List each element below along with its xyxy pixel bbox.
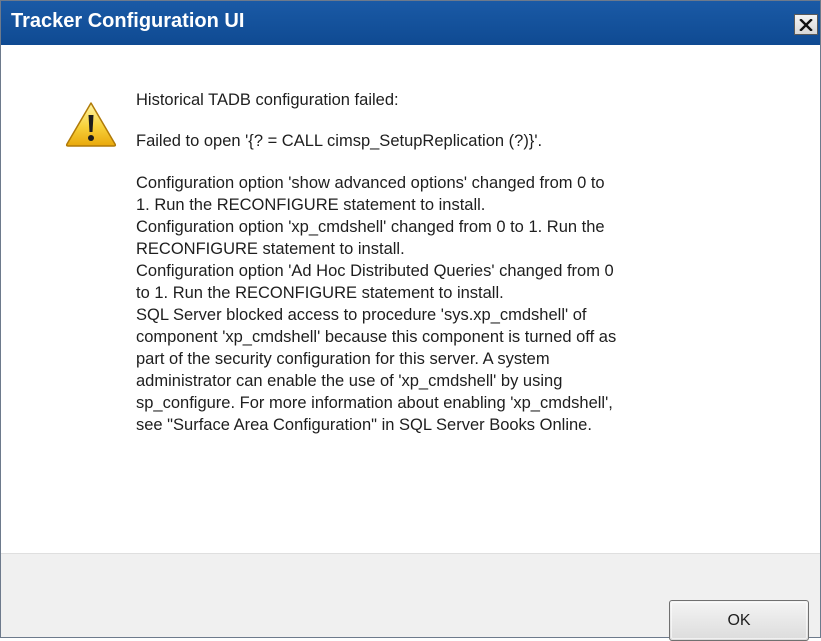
window-title: Tracker Configuration UI (11, 10, 245, 32)
button-bar: OK (1, 553, 820, 641)
detail-line: Configuration option 'show advanced opti… (136, 174, 605, 192)
message-text: Historical TADB configuration failed: Fa… (136, 89, 776, 436)
message-details: Configuration option 'show advanced opti… (136, 172, 776, 436)
detail-line: Configuration option 'xp_cmdshell' chang… (136, 218, 605, 236)
close-icon (799, 18, 813, 31)
ok-button[interactable]: OK (669, 600, 809, 641)
message-heading: Historical TADB configuration failed: (136, 91, 399, 109)
detail-line: administrator can enable the use of 'xp_… (136, 372, 563, 390)
detail-line: component 'xp_cmdshell' because this com… (136, 328, 617, 346)
detail-line: to 1. Run the RECONFIGURE statement to i… (136, 284, 504, 302)
detail-line: 1. Run the RECONFIGURE statement to inst… (136, 196, 486, 214)
detail-line: RECONFIGURE statement to install. (136, 240, 405, 258)
warning-icon (65, 102, 117, 147)
detail-line: Configuration option 'Ad Hoc Distributed… (136, 262, 614, 280)
message-area: Historical TADB configuration failed: Fa… (1, 45, 820, 553)
close-button[interactable] (794, 14, 818, 35)
detail-line: sp_configure. For more information about… (136, 394, 613, 412)
message-failed: Failed to open '{? = CALL cimsp_SetupRep… (136, 132, 543, 150)
detail-line: part of the security configuration for t… (136, 350, 550, 368)
detail-line: see "Surface Area Configuration" in SQL … (136, 416, 592, 434)
detail-line: SQL Server blocked access to procedure '… (136, 306, 587, 324)
title-bar[interactable]: Tracker Configuration UI (1, 1, 820, 45)
dialog-window: Tracker Configuration UI Historical TADB… (0, 0, 821, 641)
